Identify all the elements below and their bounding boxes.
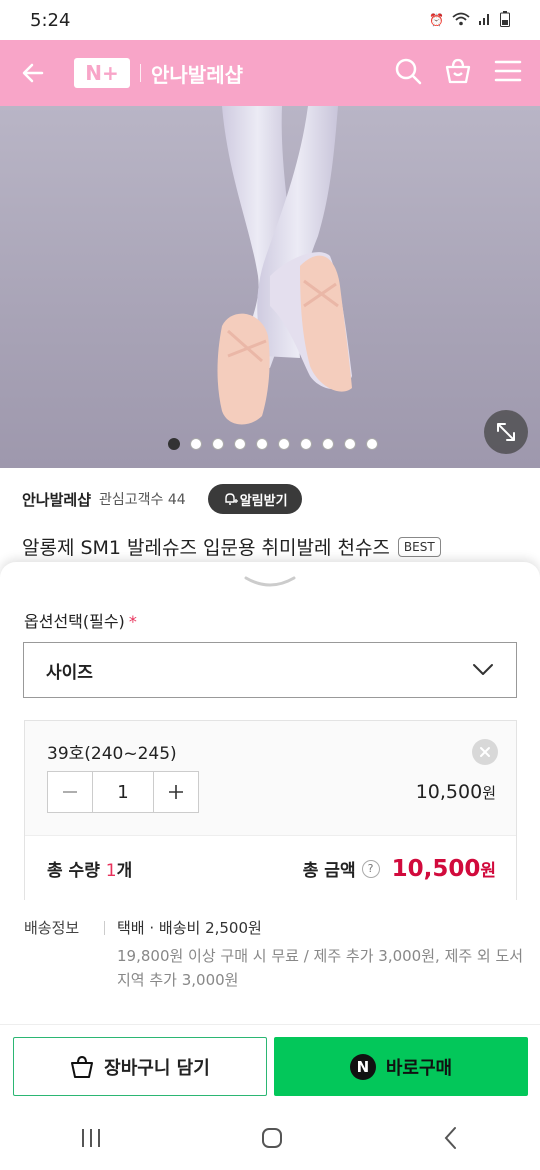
quantity-value[interactable]: 1: [92, 772, 154, 812]
purchase-action-bar: 장바구니 담기 N 바로구매: [0, 1024, 540, 1110]
shipping-method: 택배 · 배송비 2,500원: [117, 919, 262, 937]
total-quantity: 총 수량 1개: [47, 856, 132, 881]
add-to-cart-button[interactable]: 장바구니 담기: [13, 1037, 267, 1096]
status-bar: 5:24 ⏰: [0, 0, 540, 40]
naver-plus-logo[interactable]: N+: [74, 58, 130, 88]
add-to-cart-label: 장바구니 담기: [104, 1057, 210, 1079]
bell-plus-icon: [224, 493, 238, 505]
app-header: N+ 안나발레샵: [0, 40, 540, 106]
remove-option-button[interactable]: [472, 739, 498, 765]
increase-quantity-button[interactable]: [154, 772, 198, 812]
signal-icon: [478, 12, 492, 29]
total-row: 총 수량 1개 총 금액 ? 10,500원: [25, 835, 516, 901]
chevron-down-icon: [244, 576, 296, 587]
pagination-dot[interactable]: [190, 438, 202, 450]
close-icon: [480, 747, 490, 757]
option-sheet: 옵션선택(필수) * 사이즈 39호(240~245) 1 10,500원 총 수…: [0, 562, 540, 1025]
pagination-dot[interactable]: [322, 438, 334, 450]
pagination-dot[interactable]: [168, 438, 180, 450]
product-image[interactable]: [0, 106, 540, 468]
total-quantity-value: 1: [105, 861, 117, 881]
option-price-value: 10,500: [415, 781, 483, 803]
total-amount-value: 10,500: [391, 855, 481, 882]
home-icon[interactable]: [260, 1126, 284, 1154]
naver-pay-icon: N: [349, 1053, 376, 1080]
required-mark: *: [128, 612, 137, 631]
option-label-text: 옵션선택(필수): [24, 612, 125, 631]
pagination-dot[interactable]: [300, 438, 312, 450]
total-amount-unit: 원: [480, 860, 496, 881]
total-amount: 10,500원: [392, 856, 496, 882]
notify-button[interactable]: 알림받기: [207, 484, 302, 514]
chevron-down-icon: [473, 664, 493, 675]
total-amount-label-text: 총 금액: [302, 861, 356, 881]
status-icons: ⏰: [429, 10, 510, 30]
system-navigation-bar: [0, 1110, 540, 1170]
quantity-stepper: 1: [47, 771, 199, 813]
status-time: 5:24: [30, 9, 71, 31]
shipping-info: 배송정보 택배 · 배송비 2,500원 19,800원 이상 구매 시 무료 …: [24, 916, 527, 992]
ballet-legs-illustration: [217, 106, 352, 425]
decrease-quantity-button[interactable]: [48, 772, 92, 812]
recent-apps-icon[interactable]: [79, 1127, 103, 1153]
shipping-label: 배송정보: [24, 919, 80, 937]
header-divider: [140, 64, 141, 82]
alarm-icon: ⏰: [429, 13, 444, 27]
expand-icon: [497, 423, 515, 441]
pagination-dot[interactable]: [234, 438, 246, 450]
total-amount-label: 총 금액 ?: [303, 856, 380, 881]
seller-info: 안나발레샵 관심고객수 44 알림받기: [22, 484, 302, 514]
search-icon[interactable]: [394, 57, 422, 89]
product-name: 알롱제 SM1 발레슈즈 입문용 취미발레 천슈즈: [22, 537, 390, 559]
menu-icon[interactable]: [494, 59, 522, 87]
selected-option-name: 39호(240~245): [47, 744, 177, 764]
back-nav-icon[interactable]: [441, 1126, 461, 1154]
pagination-dot[interactable]: [212, 438, 224, 450]
battery-icon: [500, 10, 510, 30]
sheet-collapse-handle[interactable]: [244, 574, 296, 594]
minus-icon: [63, 791, 77, 793]
image-pagination: [168, 438, 378, 450]
pagination-dot[interactable]: [256, 438, 268, 450]
back-button[interactable]: [18, 58, 48, 88]
wifi-icon: [452, 12, 470, 29]
notify-label: 알림받기: [239, 493, 288, 509]
shop-title[interactable]: 안나발레샵: [151, 59, 243, 88]
option-price-unit: 원: [482, 784, 496, 802]
total-quantity-unit: 개: [116, 861, 133, 881]
shopping-bag-icon[interactable]: [444, 57, 472, 89]
shipping-divider: [104, 921, 105, 935]
expand-button[interactable]: [484, 410, 528, 454]
seller-name[interactable]: 안나발레샵: [22, 489, 91, 510]
help-icon[interactable]: ?: [361, 859, 380, 878]
pagination-dot[interactable]: [366, 438, 378, 450]
total-quantity-label: 총 수량: [47, 861, 106, 881]
fan-count: 관심고객수 44: [99, 492, 186, 508]
option-price: 10,500원: [416, 781, 496, 803]
size-select[interactable]: 사이즈: [23, 642, 517, 698]
pagination-dot[interactable]: [344, 438, 356, 450]
shipping-note: 19,800원 이상 구매 시 무료 / 제주 추가 3,000원, 제주 외 …: [117, 947, 524, 989]
selected-option: 39호(240~245) 1 10,500원 총 수량 1개 총 금액 ? 10…: [24, 720, 517, 901]
buy-now-label: 바로구매: [385, 1057, 453, 1079]
best-badge: BEST: [397, 536, 441, 557]
arrow-left-icon: [22, 63, 44, 83]
product-title: 알롱제 SM1 발레슈즈 입문용 취미발레 천슈즈 BEST: [22, 533, 441, 560]
pagination-dot[interactable]: [278, 438, 290, 450]
shopping-bag-icon: [71, 1055, 94, 1078]
plus-icon: [169, 785, 183, 799]
size-select-value: 사이즈: [46, 662, 93, 683]
option-label: 옵션선택(필수) *: [24, 608, 137, 632]
buy-now-button[interactable]: N 바로구매: [274, 1037, 528, 1096]
